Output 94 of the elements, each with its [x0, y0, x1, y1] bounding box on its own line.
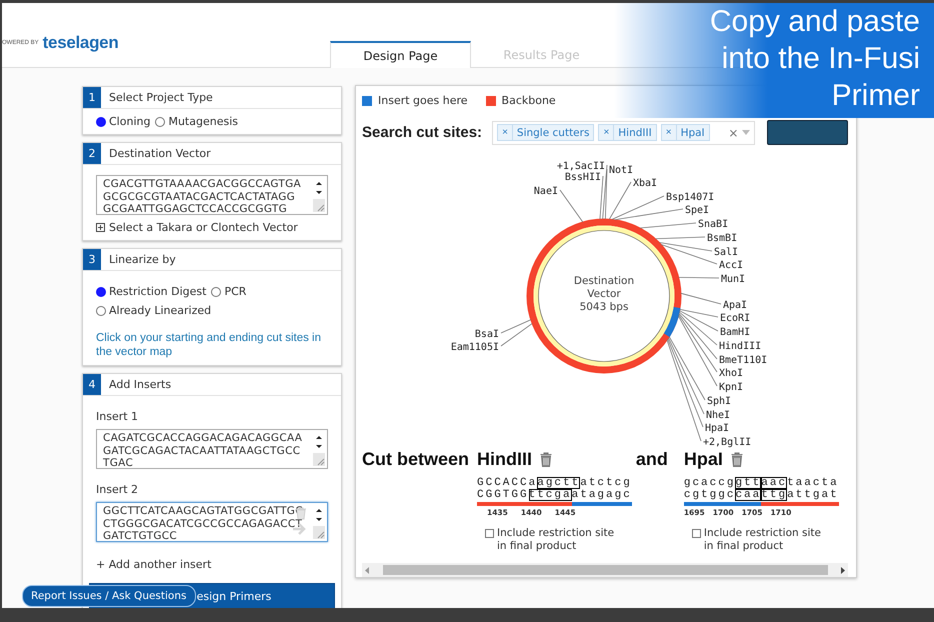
tag-label: Single cutters	[516, 126, 590, 138]
step-title: Select Project Type	[109, 91, 213, 104]
remove-tag-button[interactable]: ×	[498, 125, 513, 140]
cut-site-label[interactable]: XhoI	[719, 368, 744, 379]
cut-site-label[interactable]: KpnI	[719, 382, 744, 393]
radio-button[interactable]	[155, 116, 166, 126]
sequence-field[interactable]: CAGATCGCACCAGGACAGACAGGCAA GATCGCAGACTACAATTATAAGCTGCC TGAC	[96, 429, 328, 469]
bottom-strand: cgtggc caa ttg attgat	[684, 489, 839, 506]
vector-link[interactable]: Select a Takara or Clontech Vector	[109, 221, 298, 234]
leader-line	[560, 190, 584, 222]
radio-label: Already Linearized	[109, 304, 212, 317]
step-title: Destination Vector	[109, 147, 211, 160]
top-strand: GCCACCa agctt atctcg	[477, 477, 632, 489]
cut-site-label[interactable]: BsmBI	[707, 233, 738, 244]
radio-button[interactable]	[96, 116, 106, 126]
cut-site-label[interactable]: BmeT110I	[719, 355, 768, 366]
cut-site-label[interactable]: XbaI	[633, 178, 658, 189]
caption-text: into the In-Fusi	[722, 41, 920, 77]
cut-site-label[interactable]: AccI	[719, 260, 744, 271]
cut-site-label[interactable]: HpaI	[705, 423, 730, 434]
bottom-strand: CGGTGG ttcga atagagc	[477, 489, 632, 506]
radio-label: Restriction Digest	[109, 285, 206, 298]
legend-swatch	[486, 96, 496, 106]
legend-label: Backbone	[502, 94, 556, 107]
checkbox[interactable]	[485, 529, 494, 538]
left-arrow-icon[interactable]	[365, 566, 369, 574]
radio-label: Cloning	[109, 115, 150, 128]
step-number: 3	[83, 249, 101, 270]
tag-label: HindIII	[617, 126, 653, 138]
cut-between-label: Cut between	[362, 448, 470, 470]
caption-text: Primer	[832, 78, 920, 114]
step-number: 2	[83, 143, 101, 164]
sequence-field[interactable]: CGACGTTGTAAAACGACGGCCAGTGA GCGCGCGTAATACGACTCACTATAGG GCGAATTGGAGCTCCACCGCGGTG	[96, 175, 328, 215]
radio-button[interactable]	[211, 286, 222, 296]
leader-line	[678, 276, 720, 278]
insert-arc	[664, 306, 681, 337]
checkbox[interactable]	[692, 529, 701, 538]
logo: teselagen	[42, 33, 118, 53]
legend-label: Insert goes here	[378, 94, 468, 107]
step-title: Add Inserts	[109, 378, 172, 391]
search-label: Search cut sites:	[362, 124, 482, 141]
cut-site-search-field[interactable]: × Single cutters × HindIII × HpaI ×	[492, 120, 756, 144]
leader-line	[655, 236, 706, 240]
cut-site-label[interactable]: SalI	[714, 247, 738, 258]
cut-site-label[interactable]: SnaBI	[698, 219, 728, 230]
insert-label: Insert 1	[96, 410, 140, 423]
add-insert-link[interactable]: + Add another insert	[96, 558, 328, 571]
checkbox-label: Include restriction site in final product	[704, 527, 822, 553]
instruction-text: Click on your starting and ending cut sites in the vector map	[96, 331, 322, 359]
caption-text: Copy and paste	[710, 4, 920, 40]
radio-label: PCR	[224, 285, 246, 298]
cut-site-label[interactable]: HindIII	[719, 341, 762, 352]
cut-site-label[interactable]: +2,BglII	[703, 437, 752, 448]
step-number: 4	[83, 374, 101, 395]
radio-button[interactable]	[96, 306, 106, 316]
leader-line	[680, 292, 722, 304]
cut-site-label[interactable]: EcoRI	[720, 313, 750, 324]
page-tab[interactable]: Design Page	[330, 41, 471, 68]
cut-site-label[interactable]: NaeI	[534, 186, 558, 197]
cut-site-label[interactable]: SpeI	[685, 205, 710, 216]
cut-site-label[interactable]: SphI	[707, 396, 732, 407]
insert-label: Insert 2	[96, 483, 140, 496]
cut-site-label[interactable]: +1,SacII	[556, 161, 605, 172]
clear-button[interactable]: ×	[728, 126, 738, 140]
sequence-field[interactable]: GGCTTCATCAAGCAGTATGGCGATTGC CTGGGCGACATCGCCGCCAGAGACCT GATCTGTGCC	[96, 502, 328, 542]
cut-site-label[interactable]: BssHII	[564, 172, 601, 183]
cut-site-label[interactable]: NheI	[706, 410, 730, 421]
right-arrow-icon[interactable]	[841, 566, 845, 574]
legend-swatch	[362, 96, 372, 106]
radio-button[interactable]	[96, 286, 106, 296]
cut-site-label[interactable]: MunI	[721, 274, 746, 285]
leader-line	[640, 222, 696, 228]
cut-site-label[interactable]: Bsp1407I	[666, 192, 714, 203]
top-strand: gcaccg gtt aac taacta	[684, 477, 839, 489]
remove-tag-button[interactable]: ×	[599, 125, 614, 140]
remove-tag-button[interactable]: ×	[662, 125, 677, 140]
cut-site-label[interactable]: ApaI	[723, 300, 748, 311]
step-title: Linearize by	[109, 253, 176, 266]
cut-site-label[interactable]: BsaI	[474, 329, 499, 340]
checkbox-label: Include restriction site in final product	[497, 527, 616, 553]
scrollbar-thumb[interactable]	[382, 565, 828, 575]
cut-site-label[interactable]: Eam1105I	[450, 342, 499, 353]
cut-site-label[interactable]: BamHI	[720, 327, 750, 338]
horizontal-scrollbar[interactable]	[362, 563, 848, 577]
enzyme-name: HpaI	[684, 448, 723, 470]
step-number: 1	[83, 87, 101, 108]
cut-site-label[interactable]: NotI	[609, 165, 634, 176]
expand-icon[interactable]	[96, 223, 105, 232]
joiner-label: and	[634, 448, 669, 470]
map-title: Destination Vector 5043 bps	[574, 275, 634, 313]
tag-label: HpaI	[680, 126, 706, 138]
report-issues-button[interactable]: Report Issues / Ask Questions	[22, 585, 196, 607]
radio-label: Mutagenesis	[168, 115, 238, 128]
enzyme-name: HindIII	[477, 448, 532, 470]
